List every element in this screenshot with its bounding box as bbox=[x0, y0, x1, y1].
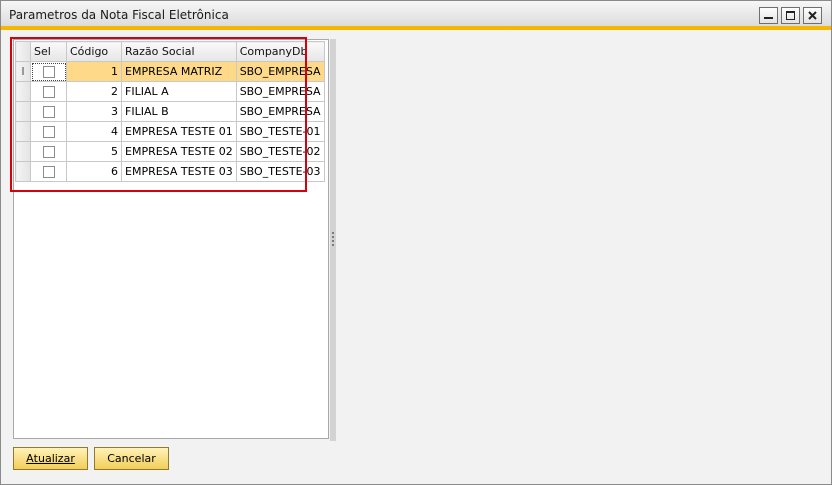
razao-social-cell: EMPRESA MATRIZ bbox=[121, 61, 237, 82]
splitter-grip-icon bbox=[332, 232, 334, 246]
row-checkbox[interactable] bbox=[42, 166, 55, 178]
minimize-button[interactable] bbox=[759, 7, 778, 24]
row-header-cell[interactable] bbox=[15, 101, 31, 122]
column-header-codigo[interactable]: Código bbox=[66, 41, 122, 62]
row-select-cell[interactable] bbox=[30, 161, 67, 182]
column-header-razao-social[interactable]: Razão Social bbox=[121, 41, 237, 62]
title-bar[interactable]: Parametros da Nota Fiscal Eletrônica bbox=[1, 1, 831, 30]
codigo-cell: 4 bbox=[66, 121, 122, 142]
companydb-cell: SBO_TESTE-02 bbox=[235, 141, 325, 162]
close-icon bbox=[808, 11, 817, 20]
corner-header-cell[interactable] bbox=[15, 41, 31, 62]
cancel-button-label: Cancelar bbox=[107, 452, 156, 465]
table-row[interactable]: I 1 EMPRESA MATRIZ SBO_EMPRESA bbox=[15, 61, 325, 82]
update-button[interactable]: Atualizar bbox=[13, 447, 88, 470]
codigo-cell: 6 bbox=[66, 161, 122, 182]
razao-social-cell: EMPRESA TESTE 02 bbox=[121, 141, 237, 162]
row-checkbox[interactable] bbox=[42, 146, 55, 158]
codigo-cell: 3 bbox=[66, 101, 122, 122]
codigo-cell: 2 bbox=[66, 81, 122, 102]
row-select-cell[interactable] bbox=[30, 141, 67, 162]
maximize-icon bbox=[786, 11, 795, 20]
update-button-label: tualizar bbox=[33, 452, 75, 465]
codigo-cell: 1 bbox=[66, 61, 122, 82]
row-checkbox[interactable] bbox=[42, 126, 55, 138]
row-select-cell[interactable] bbox=[30, 61, 67, 82]
update-button-accelerator: A bbox=[26, 452, 34, 465]
razao-social-cell: FILIAL A bbox=[121, 81, 237, 102]
row-checkbox[interactable] bbox=[42, 66, 55, 78]
row-header-cell[interactable] bbox=[15, 161, 31, 182]
row-header-cell[interactable] bbox=[15, 121, 31, 142]
companydb-cell: SBO_EMPRESA bbox=[235, 81, 325, 102]
column-header-sel[interactable]: Sel bbox=[30, 41, 67, 62]
pane-splitter[interactable] bbox=[330, 39, 336, 441]
row-header-cell[interactable] bbox=[15, 81, 31, 102]
table-row[interactable]: 3 FILIAL B SBO_EMPRESA bbox=[15, 101, 325, 122]
row-header-cell[interactable] bbox=[15, 141, 31, 162]
row-select-cell[interactable] bbox=[30, 121, 67, 142]
codigo-cell: 5 bbox=[66, 141, 122, 162]
maximize-button[interactable] bbox=[781, 7, 800, 24]
row-checkbox[interactable] bbox=[42, 106, 55, 118]
minimize-icon bbox=[764, 17, 773, 19]
row-select-cell[interactable] bbox=[30, 81, 67, 102]
companydb-cell: SBO_TESTE-01 bbox=[235, 121, 325, 142]
table-row[interactable]: 4 EMPRESA TESTE 01 SBO_TESTE-01 bbox=[15, 121, 325, 142]
column-header-companydb[interactable]: CompanyDb bbox=[235, 41, 325, 62]
companydb-cell: SBO_EMPRESA bbox=[235, 61, 325, 82]
companydb-cell: SBO_TESTE-03 bbox=[235, 161, 325, 182]
companydb-cell: SBO_EMPRESA bbox=[235, 101, 325, 122]
razao-social-cell: EMPRESA TESTE 03 bbox=[121, 161, 237, 182]
table-row[interactable]: 2 FILIAL A SBO_EMPRESA bbox=[15, 81, 325, 102]
razao-social-cell: FILIAL B bbox=[121, 101, 237, 122]
table-row[interactable]: 5 EMPRESA TESTE 02 SBO_TESTE-02 bbox=[15, 141, 325, 162]
row-cursor-icon[interactable]: I bbox=[15, 61, 31, 82]
close-button[interactable] bbox=[803, 7, 822, 24]
grid-header-row: Sel Código Razão Social CompanyDb bbox=[15, 41, 325, 62]
razao-social-cell: EMPRESA TESTE 01 bbox=[121, 121, 237, 142]
companies-grid: Sel Código Razão Social CompanyDb I 1 EM… bbox=[15, 41, 325, 182]
row-checkbox[interactable] bbox=[42, 86, 55, 98]
cancel-button[interactable]: Cancelar bbox=[94, 447, 169, 470]
row-select-cell[interactable] bbox=[30, 101, 67, 122]
table-row[interactable]: 6 EMPRESA TESTE 03 SBO_TESTE-03 bbox=[15, 161, 325, 182]
window-title: Parametros da Nota Fiscal Eletrônica bbox=[9, 8, 229, 22]
